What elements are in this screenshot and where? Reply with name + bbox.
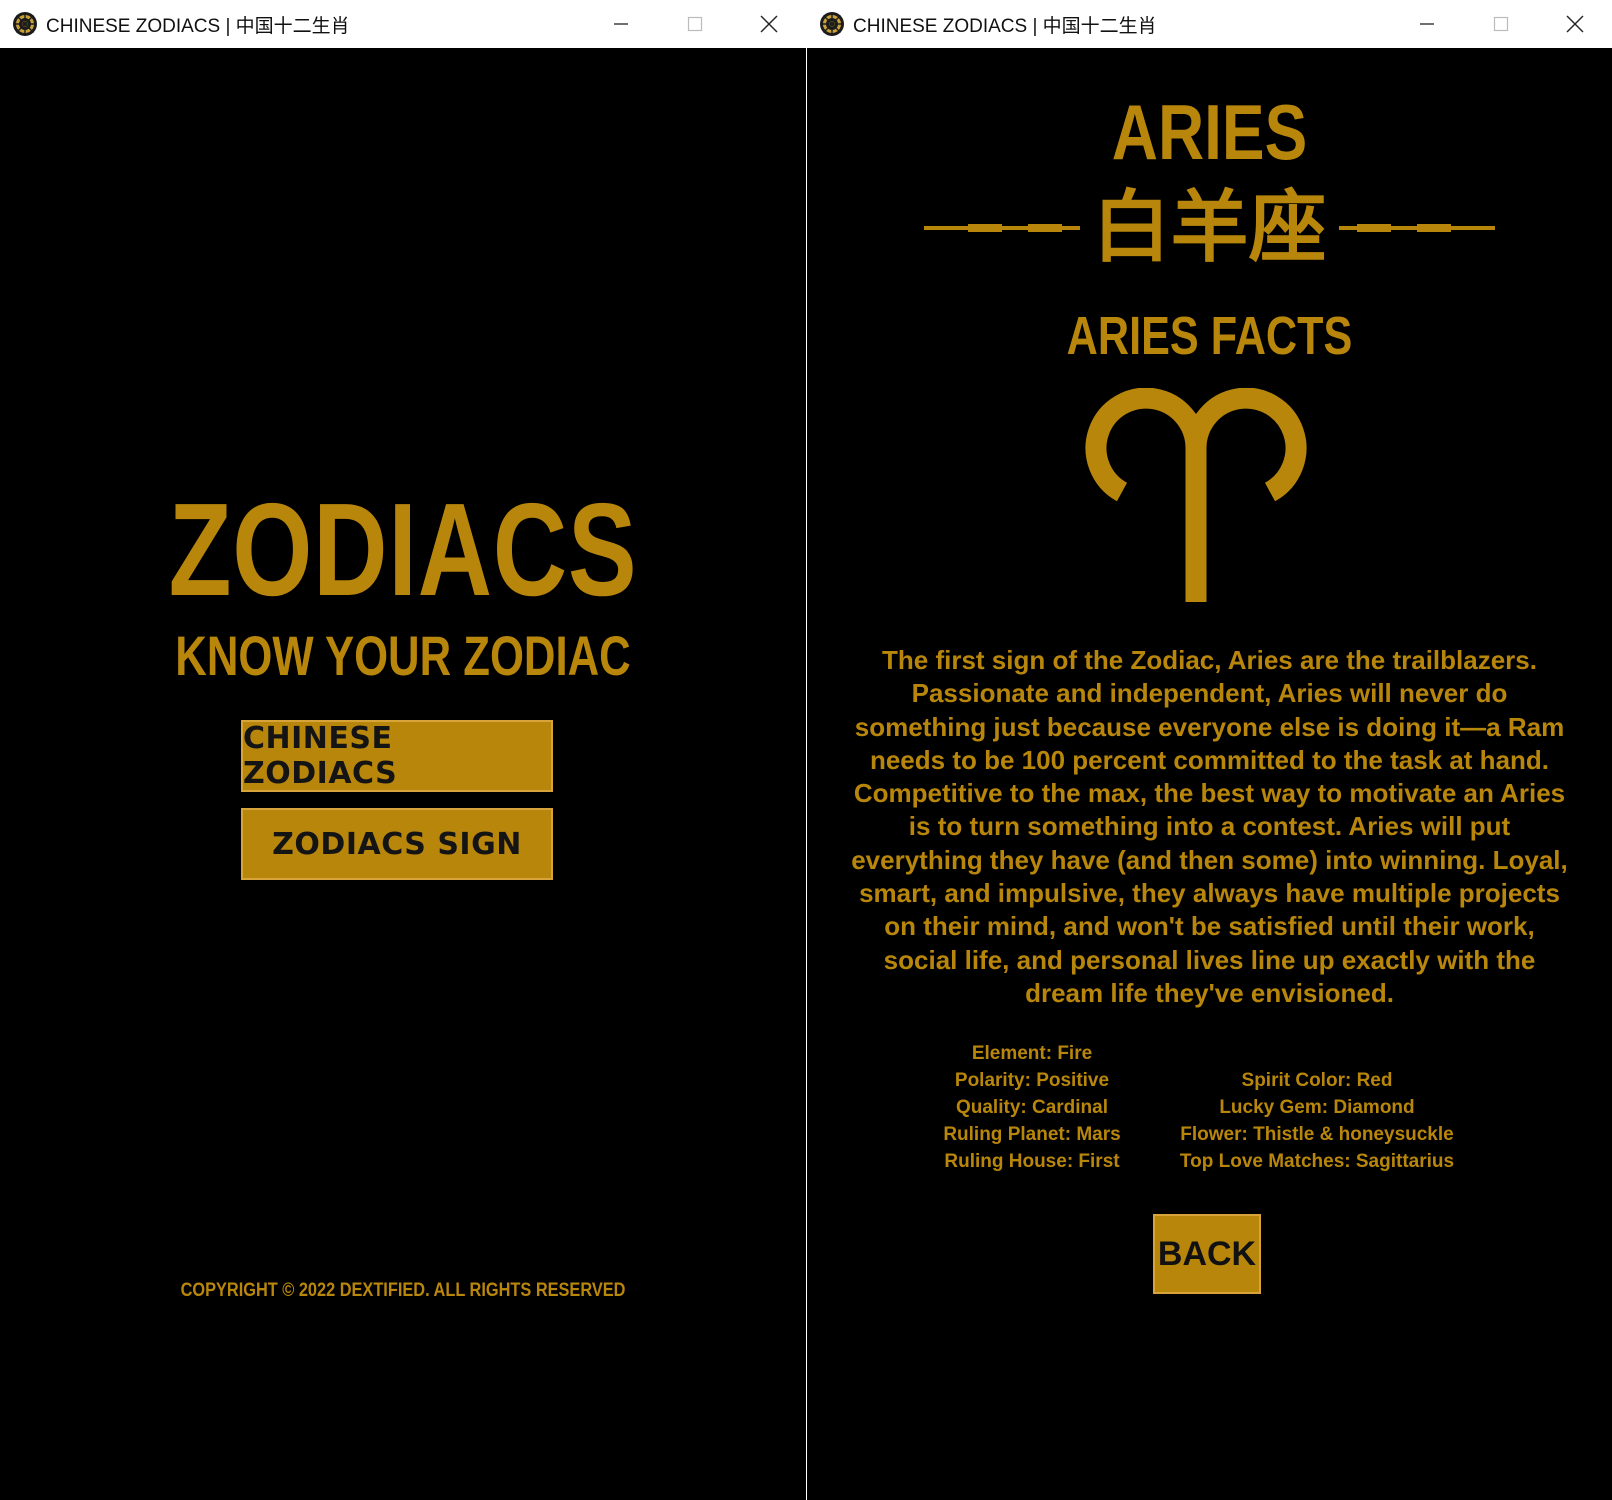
minimize-icon[interactable] xyxy=(584,0,658,48)
window-title: CHINESE ZODIACS | 中国十二生肖 xyxy=(46,15,350,37)
fact-element: Element: Fire xyxy=(971,1043,1093,1064)
maximize-icon[interactable] xyxy=(658,0,732,48)
chinese-name-row: 白羊座 xyxy=(807,182,1612,274)
sign-title: ARIES xyxy=(1111,88,1308,176)
desktop: CHINESE ZODIACS | 中国十二生肖 ZODIACS KNOW YO… xyxy=(0,0,1612,1500)
facts-heading: ARIES FACTS xyxy=(1066,306,1353,366)
chinese-zodiacs-button[interactable]: CHINESE ZODIACS xyxy=(241,720,553,792)
home-window: CHINESE ZODIACS | 中国十二生肖 ZODIACS KNOW YO… xyxy=(0,0,806,1500)
home-content: ZODIACS KNOW YOUR ZODIAC CHINESE ZODIACS… xyxy=(0,48,806,1500)
zodiac-wheel-icon xyxy=(12,11,38,37)
chinese-sign-name: 白羊座 xyxy=(1092,183,1327,273)
title-bar[interactable]: CHINESE ZODIACS | 中国十二生肖 xyxy=(0,0,806,48)
window-controls xyxy=(584,0,806,48)
close-icon[interactable] xyxy=(732,0,806,48)
fact-ruling-house: Ruling House: First xyxy=(944,1151,1120,1172)
back-button[interactable]: BACK xyxy=(1153,1214,1261,1294)
minimize-icon[interactable] xyxy=(1390,0,1464,48)
fact-lucky-gem: Lucky Gem: Diamond xyxy=(1219,1097,1415,1118)
facts-list-right: Spirit Color: Red Lucky Gem: Diamond Flo… xyxy=(1177,1067,1457,1175)
page-title: ZODIACS xyxy=(168,476,638,623)
zodiac-signs-button[interactable]: ZODIACS SIGN xyxy=(241,808,553,880)
aries-ram-symbol-icon xyxy=(1079,387,1313,608)
window-controls xyxy=(1390,0,1612,48)
sign-description: The first sign of the Zodiac, Aries are … xyxy=(851,645,1568,1008)
copyright-text: COPYRIGHT © 2022 DEXTIFIED. ALL RIGHTS R… xyxy=(180,1280,626,1301)
facts-list-left: Element: Fire Polarity: Positive Quality… xyxy=(927,1040,1137,1175)
fact-flower: Flower: Thistle & honeysuckle xyxy=(1180,1124,1454,1145)
maximize-icon[interactable] xyxy=(1464,0,1538,48)
title-bar[interactable]: CHINESE ZODIACS | 中国十二生肖 xyxy=(807,0,1612,48)
sign-content: ARIES 白羊座 ARIES FACTS The first sign of … xyxy=(807,48,1612,1500)
zodiac-wheel-icon xyxy=(819,11,845,37)
fact-quality: Quality: Cardinal xyxy=(955,1097,1109,1118)
window-title: CHINESE ZODIACS | 中国十二生肖 xyxy=(853,15,1157,37)
fact-polarity: Polarity: Positive xyxy=(954,1070,1110,1091)
page-subtitle: KNOW YOUR ZODIAC xyxy=(175,624,631,687)
decorative-divider xyxy=(1338,224,1495,232)
close-icon[interactable] xyxy=(1538,0,1612,48)
decorative-divider xyxy=(924,224,1081,232)
fact-spirit-color: Spirit Color: Red xyxy=(1241,1070,1393,1091)
fact-ruling-planet: Ruling Planet: Mars xyxy=(943,1124,1121,1145)
sign-detail-window: CHINESE ZODIACS | 中国十二生肖 ARIES 白羊座 ARIES… xyxy=(807,0,1612,1500)
fact-love-matches: Top Love Matches: Sagittarius xyxy=(1179,1151,1455,1172)
